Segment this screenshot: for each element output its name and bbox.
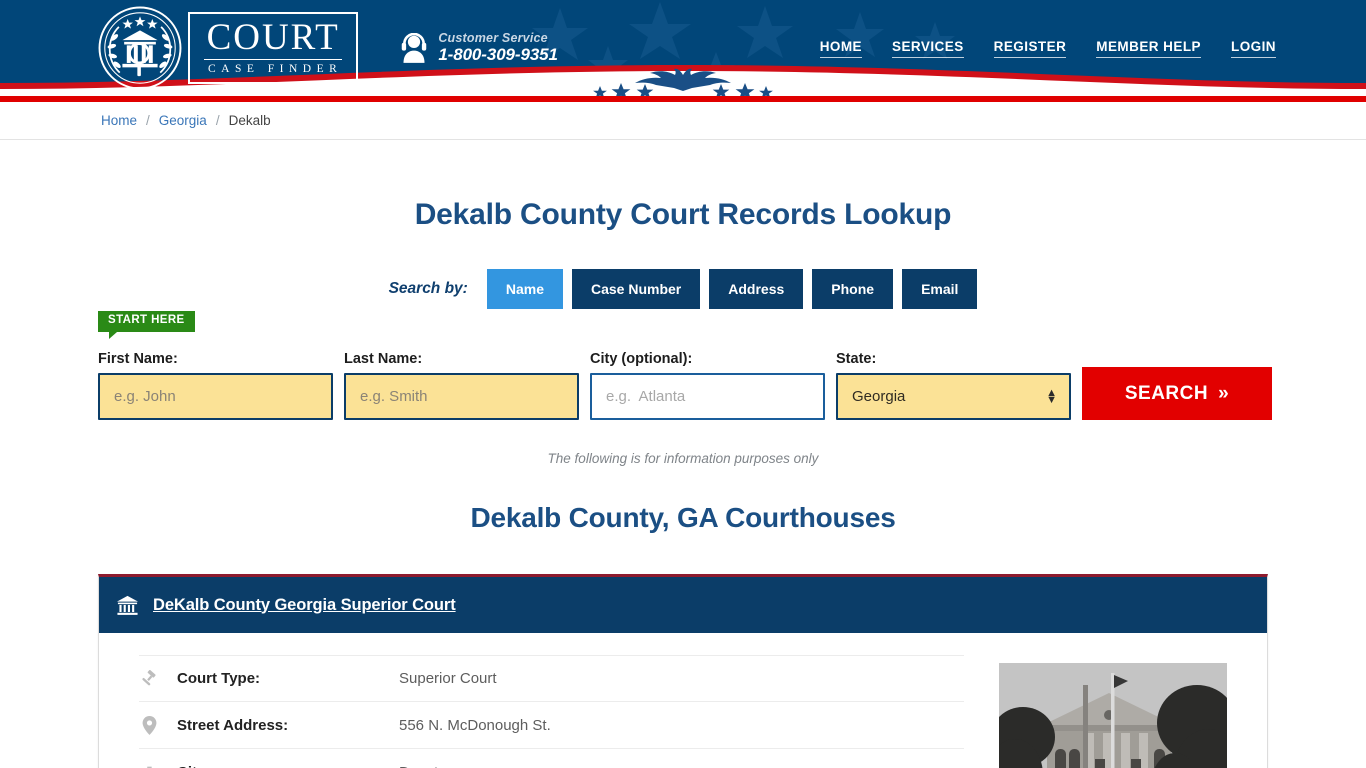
nav-item-register[interactable]: REGISTER <box>993 39 1067 58</box>
courthouse-seal-icon <box>98 6 182 90</box>
breadcrumb-separator: / <box>215 113 220 128</box>
nav-item-login[interactable]: LOGIN <box>1231 39 1276 58</box>
last-name-label: Last Name: <box>344 351 423 367</box>
headset-support-icon <box>402 33 427 63</box>
logo-subtitle: CASE FINDER <box>208 63 343 76</box>
search-form: START HERE First Name: Last Name: City (… <box>98 309 1272 420</box>
nav-item-home[interactable]: HOME <box>819 39 863 58</box>
breadcrumb-item-georgia[interactable]: Georgia <box>159 113 207 128</box>
section-title: Dekalb County, GA Courthouses <box>470 502 896 533</box>
chevron-updown-icon: ▲ ▼ <box>1046 387 1057 406</box>
customer-service-block[interactable]: Customer Service 1-800-309-9351 <box>400 31 558 64</box>
tab-email[interactable]: Email <box>902 269 978 309</box>
double-chevron-right-icon: » <box>1218 382 1230 404</box>
court-card-header: DeKalb County Georgia Superior Court <box>99 577 1267 633</box>
main-navigation: HOME SERVICES REGISTER MEMBER HELP LOGIN <box>819 39 1276 58</box>
logo-wordmark: COURT CASE FINDER <box>188 12 359 84</box>
search-button[interactable]: SEARCH » <box>1082 367 1272 420</box>
customer-service-label: Customer Service <box>438 31 548 46</box>
start-here-badge: START HERE <box>98 311 195 338</box>
first-name-input[interactable] <box>98 373 333 420</box>
city-label: City (optional): <box>590 351 693 367</box>
last-name-input[interactable] <box>344 373 579 420</box>
state-select[interactable]: Georgia ▲ ▼ <box>836 373 1071 420</box>
city-field-group: City (optional): <box>590 351 825 420</box>
detail-value-court-type: Superior Court <box>399 670 497 687</box>
map-pin-icon <box>139 715 159 735</box>
nav-item-member-help[interactable]: MEMBER HELP <box>1096 39 1201 58</box>
detail-row-city: City: Decatur <box>139 749 964 768</box>
detail-row-court-type: Court Type: Superior Court <box>139 655 964 702</box>
main-content: Dekalb County Court Records Lookup Searc… <box>0 140 1366 768</box>
search-by-tabs: Search by: Name Case Number Address Phon… <box>0 269 1366 309</box>
first-name-label: First Name: <box>98 351 178 367</box>
breadcrumb: Home / Georgia / Dekalb <box>0 102 1366 140</box>
detail-value-city: Decatur <box>399 764 452 768</box>
tab-address[interactable]: Address <box>709 269 804 309</box>
customer-service-phone[interactable]: 1-800-309-9351 <box>438 45 558 64</box>
state-field-group: State: Georgia ▲ ▼ <box>836 351 1071 420</box>
court-name-link[interactable]: DeKalb County Georgia Superior Court <box>153 596 456 615</box>
tab-phone[interactable]: Phone <box>812 269 894 309</box>
state-label: State: <box>836 351 877 367</box>
gavel-icon <box>139 669 159 689</box>
detail-label-court-type: Court Type: <box>177 670 261 687</box>
breadcrumb-separator: / <box>146 113 150 128</box>
detail-row-street-address: Street Address: 556 N. McDonough St. <box>139 702 964 749</box>
page-title: Dekalb County Court Records Lookup <box>414 198 952 231</box>
bank-courthouse-icon <box>116 595 139 615</box>
city-input[interactable] <box>590 373 825 420</box>
court-details-list: Court Type: Superior Court Street Addres… <box>139 655 964 768</box>
breadcrumb-item-dekalb: Dekalb <box>228 113 271 128</box>
site-header: COURT CASE FINDER Customer Service 1-800… <box>0 0 1366 96</box>
tab-name[interactable]: Name <box>486 269 563 309</box>
first-name-field-group: First Name: <box>98 351 333 420</box>
nav-item-services[interactable]: SERVICES <box>892 39 964 58</box>
breadcrumb-item-home[interactable]: Home <box>101 113 137 128</box>
court-card: DeKalb County Georgia Superior Court Cou… <box>98 574 1268 768</box>
detail-label-city: City: <box>177 764 399 768</box>
courthouse-photo <box>999 663 1227 768</box>
last-name-field-group: Last Name: <box>344 351 579 420</box>
logo-word: COURT <box>204 19 343 61</box>
search-button-label: SEARCH <box>1124 382 1209 404</box>
state-selected-value: Georgia <box>852 388 906 405</box>
tab-case-number[interactable]: Case Number <box>571 269 701 309</box>
court-card-body: Court Type: Superior Court Street Addres… <box>99 633 1267 768</box>
detail-label-street-address: Street Address: <box>177 716 289 734</box>
site-logo[interactable]: COURT CASE FINDER <box>96 0 359 96</box>
info-note: The following is for information purpose… <box>547 451 819 466</box>
search-by-label: Search by: <box>388 280 468 297</box>
detail-value-street-address: 556 N. McDonough St. <box>399 716 551 734</box>
city-icon <box>139 762 159 768</box>
